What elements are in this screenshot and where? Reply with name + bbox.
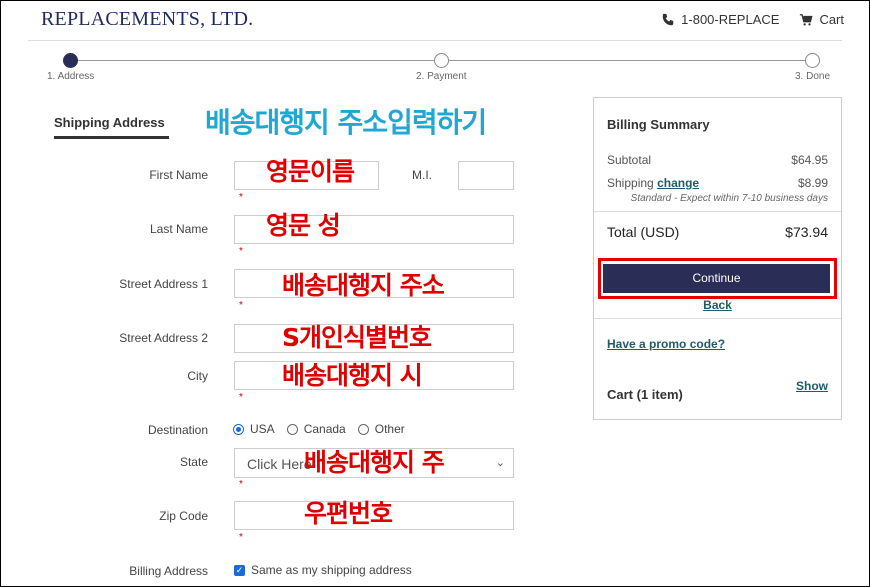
annotation-street-1: 배송대행지 주소 [282,271,445,300]
continue-button[interactable]: Continue [603,264,830,293]
state-select-value: Click Here [247,456,312,472]
billing-divider-1 [594,211,841,212]
cart-summary-label: Cart (1 item) [607,387,683,402]
first-name-required: * [239,192,243,203]
cart-link[interactable]: Cart [819,12,844,27]
destination-canada-option[interactable]: Canada [286,422,346,436]
step-1-indicator [63,53,78,68]
step-2-indicator [434,53,449,68]
cart-icon[interactable] [799,13,813,27]
step-3-label: 3. Done [795,71,831,82]
annotation-zip: 우편번호 [304,499,393,528]
subtotal-row: Subtotal $64.95 [607,153,828,167]
shipping-address-title: Shipping Address [54,115,165,130]
annotation-first-name: 영문이름 [266,157,355,186]
billing-summary-panel: Billing Summary Subtotal $64.95 Shipping… [593,97,842,420]
destination-other-radio[interactable] [357,423,369,435]
destination-usa-radio[interactable] [233,423,244,435]
header-actions: 1-800-REPLACE Cart [661,12,844,27]
mi-input[interactable] [458,161,514,190]
street-address-2-label: Street Address 2 [119,331,208,345]
annotation-city: 배송대행지 시 [282,361,423,390]
same-as-shipping-label[interactable]: Same as my shipping address [251,563,412,577]
subtotal-value: $64.95 [791,153,828,167]
mi-label: M.I. [412,168,432,182]
last-name-label: Last Name [149,222,208,236]
step-2-label: 2. Payment [416,71,467,82]
destination-other-option[interactable]: Other [357,422,405,436]
annotation-street-2: S개인식별번호 [282,323,432,352]
billing-summary-title: Billing Summary [607,117,710,132]
back-link[interactable]: Back [594,298,841,312]
zip-code-label: Zip Code [159,509,208,523]
phone-icon [662,13,674,25]
same-as-shipping-checkbox[interactable]: ✓ [234,565,245,576]
first-name-label: First Name [149,168,208,182]
destination-usa-option[interactable]: USA [233,422,275,436]
subtotal-label: Subtotal [607,153,652,167]
shipping-value: $8.99 [797,176,828,190]
destination-canada-label: Canada [303,422,346,436]
last-name-required: * [239,246,243,257]
destination-other-label: Other [374,422,405,436]
shipping-note: Standard - Expect within 7-10 business d… [630,193,828,204]
city-label: City [187,369,208,383]
shipping-title-underline [54,136,169,139]
cart-show-link[interactable]: Show [796,379,828,393]
billing-divider-2 [594,318,841,319]
annotation-title: 배송대행지 주소입력하기 [205,106,487,139]
billing-address-label: Billing Address [129,564,208,578]
chevron-down-icon: ⌄ [495,457,505,469]
state-label: State [179,455,208,469]
step-3-indicator [805,53,820,68]
total-label: Total (USD) [607,224,680,240]
promo-code-link[interactable]: Have a promo code? [607,337,725,351]
zip-code-required: * [239,532,243,543]
phone-number[interactable]: 1-800-REPLACE [681,12,779,27]
step-1-label: 1. Address [47,71,95,82]
street-address-1-required: * [239,300,243,311]
annotation-state: 배송대행지 주 [304,448,445,477]
street-address-1-label: Street Address 1 [119,277,208,291]
state-required: * [239,479,243,490]
destination-canada-radio[interactable] [286,423,298,435]
total-row: Total (USD) $73.94 [607,224,828,240]
site-logo[interactable]: REPLACEMENTS, LTD. [41,8,253,31]
shipping-label: Shipping [607,176,654,190]
shipping-change-link[interactable]: change [657,176,699,190]
total-value: $73.94 [785,224,828,240]
destination-label: Destination [147,423,208,437]
header-divider [28,40,842,41]
shipping-row: Shipping change $8.99 [607,176,828,190]
destination-usa-label: USA [250,422,275,436]
annotation-last-name: 영문 성 [266,211,341,240]
city-required: * [239,392,243,403]
destination-radio-group: USA Canada Other [233,422,417,436]
